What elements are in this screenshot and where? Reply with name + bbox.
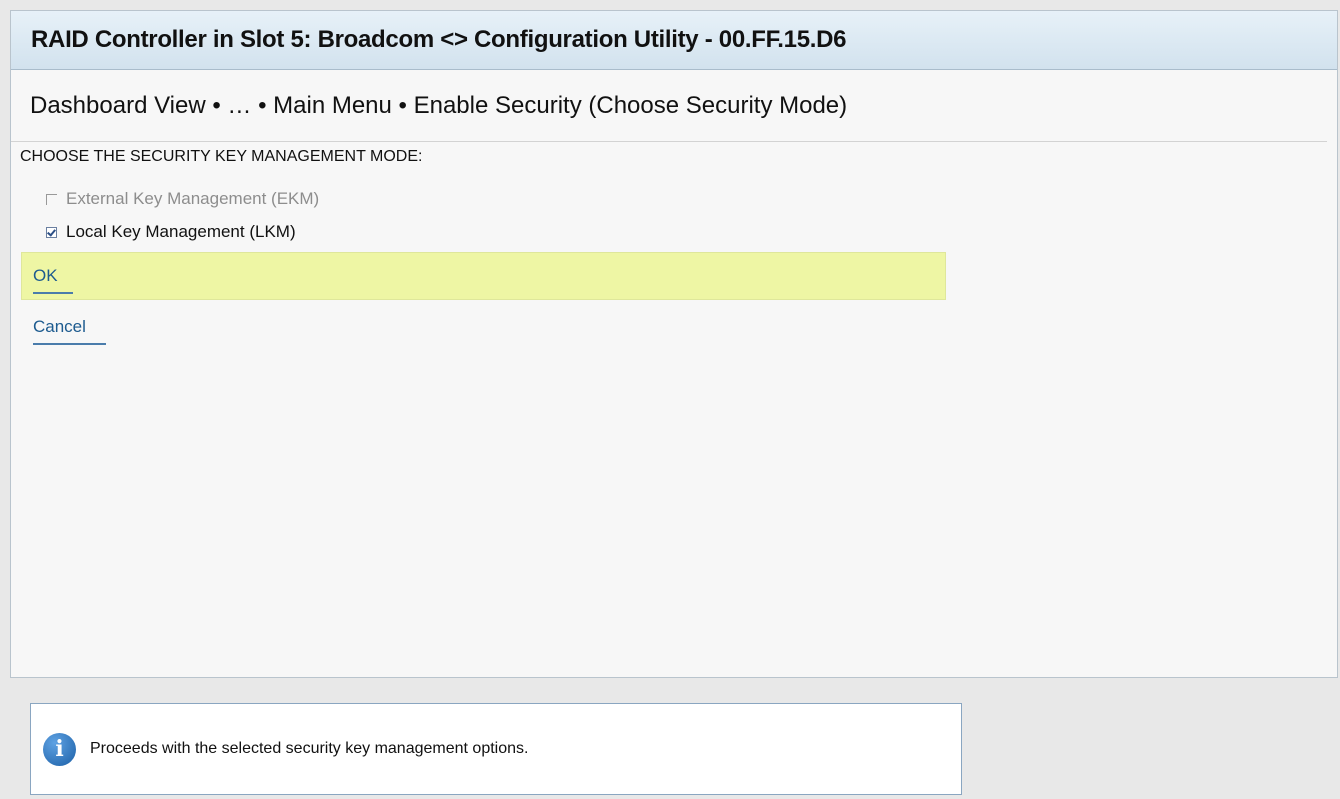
ekm-checkbox <box>46 193 57 205</box>
config-window: RAID Controller in Slot 5: Broadcom <> C… <box>10 10 1338 678</box>
cancel-button[interactable]: Cancel <box>33 317 106 345</box>
breadcrumb-text: Dashboard View • … • Main Menu • Enable … <box>30 91 848 119</box>
window-title-bar: RAID Controller in Slot 5: Broadcom <> C… <box>11 11 1337 70</box>
lkm-checkbox[interactable] <box>46 226 57 238</box>
breadcrumb: Dashboard View • … • Main Menu • Enable … <box>11 70 1327 142</box>
help-panel: i Proceeds with the selected security ke… <box>30 703 962 795</box>
ok-button[interactable]: OK <box>33 266 73 294</box>
ekm-label: External Key Management (EKM) <box>66 189 320 208</box>
lkm-label: Local Key Management (LKM) <box>66 222 296 241</box>
section-heading: CHOOSE THE SECURITY KEY MANAGEMENT MODE: <box>20 148 423 165</box>
info-icon: i <box>43 732 76 766</box>
lkm-option[interactable]: Local Key Management (LKM) <box>46 222 296 242</box>
help-text: Proceeds with the selected security key … <box>90 740 529 757</box>
window-title: RAID Controller in Slot 5: Broadcom <> C… <box>31 26 847 53</box>
ok-row-highlight <box>21 252 946 300</box>
ekm-option: External Key Management (EKM) <box>46 189 319 209</box>
